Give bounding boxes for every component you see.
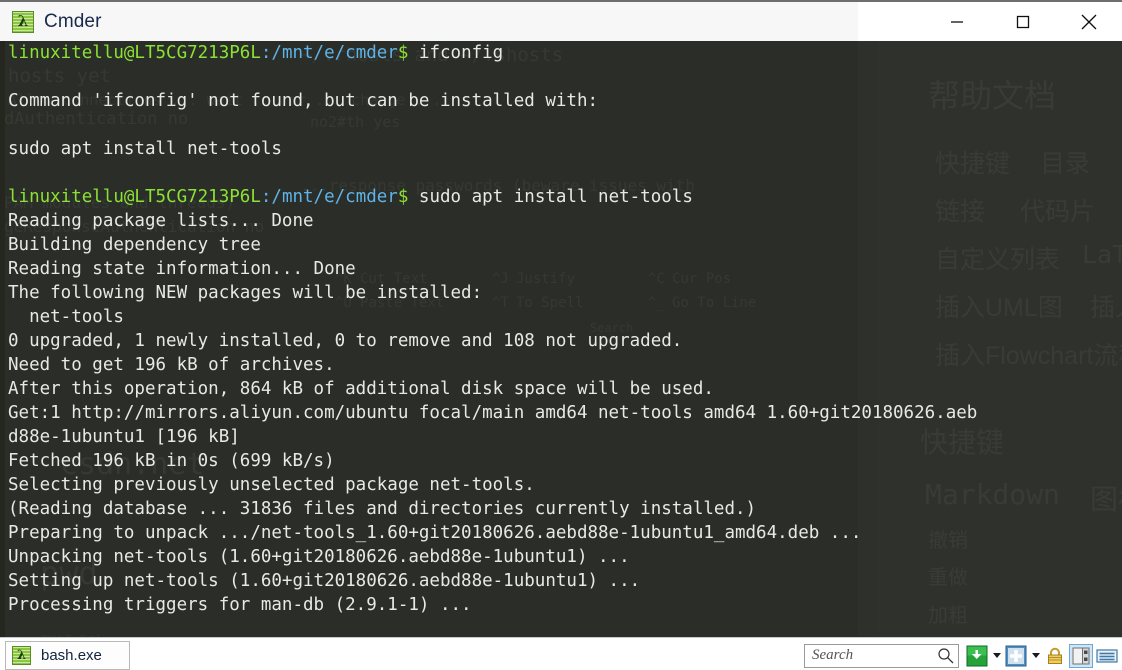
terminal-output-line: (Reading database ... 31836 files and di… xyxy=(8,499,757,519)
maximize-button[interactable] xyxy=(990,2,1056,41)
terminal-prompt-line: linuxitellu@LT5CG7213P6L:/mnt/e/cmder$ s… xyxy=(8,185,1122,209)
terminal-output-line: Building dependency tree xyxy=(8,235,261,255)
search-placeholder: Search xyxy=(812,647,854,663)
prompt-path: :/mnt/e/cmder xyxy=(260,187,398,207)
terminal-left-edge xyxy=(0,41,5,637)
terminal-output-line: Reading package lists... Done xyxy=(8,211,314,231)
search-icon xyxy=(938,648,954,664)
prompt-command: ifconfig xyxy=(408,43,504,63)
terminal-output-line: After this operation, 864 kB of addition… xyxy=(8,379,714,399)
terminal-output-line: Fetched 196 kB in 0s (699 kB/s) xyxy=(8,451,335,471)
minimize-icon xyxy=(951,20,963,23)
close-button[interactable] xyxy=(1056,2,1122,41)
terminal-output-line: 0 upgraded, 1 newly installed, 0 to remo… xyxy=(8,331,683,351)
lambda-icon: λ xyxy=(12,10,34,33)
prompt-symbol: $ xyxy=(397,43,409,63)
new-tab-button[interactable] xyxy=(1004,644,1028,668)
terminal-surface[interactable]: ~/.rhosts and ~/.shosts hosts yet Allow co… xyxy=(0,41,1122,637)
blue-plus-icon xyxy=(1005,645,1027,666)
window-title: Cmder xyxy=(44,10,102,32)
minimize-button[interactable] xyxy=(924,2,990,41)
terminal-output-line: Setting up net-tools (1.60+git20180626.a… xyxy=(8,571,641,591)
terminal-output-line: Need to get 196 kB of archives. xyxy=(8,355,335,375)
terminal-output-line: d88e-1ubuntu1 [196 kB] xyxy=(8,427,240,447)
terminal-output-line: Selecting previously unselected package … xyxy=(8,475,535,495)
console-tab-bash[interactable]: λ bash.exe xyxy=(5,640,130,670)
toggle-panel-button[interactable] xyxy=(1069,643,1093,668)
admin-lock-button[interactable] xyxy=(1043,644,1067,668)
prompt-path: :/mnt/e/cmder xyxy=(260,43,398,63)
close-icon xyxy=(1081,14,1097,29)
green-plus-icon xyxy=(966,645,988,666)
window-controls xyxy=(924,2,1122,41)
cmder-window: λ Cmder ~/.rhosts and ~/.shosts hosts ye… xyxy=(0,0,1122,670)
new-tab-dropdown[interactable] xyxy=(1029,644,1042,668)
lambda-icon: λ xyxy=(12,645,31,665)
padlock-icon xyxy=(1048,647,1062,664)
new-console-button[interactable] xyxy=(965,644,989,668)
status-lines-button[interactable] xyxy=(1095,644,1119,668)
prompt-user-host: linuxitellu@LT5CG7213P6L xyxy=(8,43,261,63)
terminal-output-line: Processing triggers for man-db (2.9.1-1)… xyxy=(8,595,472,615)
prompt-command: sudo apt install net-tools xyxy=(408,187,693,207)
status-bar-controls: Search xyxy=(804,638,1120,670)
terminal-output: linuxitellu@LT5CG7213P6L:/mnt/e/cmder$ i… xyxy=(8,41,1122,617)
terminal-output-line: Command 'ifconfig' not found, but can be… xyxy=(8,91,599,111)
terminal-output-line: Get:1 http://mirrors.aliyun.com/ubuntu f… xyxy=(8,403,978,423)
title-bar[interactable]: λ Cmder xyxy=(0,2,1122,41)
terminal-output-line: Unpacking net-tools (1.60+git20180626.ae… xyxy=(8,547,630,567)
window-split-icon xyxy=(1072,647,1090,664)
maximize-icon xyxy=(1016,15,1030,28)
terminal-output-line: sudo apt install net-tools xyxy=(8,139,282,159)
status-bar: λ bash.exe Search xyxy=(0,637,1122,670)
terminal-prompt-line: linuxitellu@LT5CG7213P6L:/mnt/e/cmder$ i… xyxy=(8,41,1122,65)
terminal-output-line: Preparing to unpack .../net-tools_1.60+g… xyxy=(8,523,862,543)
lines-icon xyxy=(1096,648,1118,663)
terminal-output-line: Reading state information... Done xyxy=(8,259,356,279)
terminal-output-line: net-tools xyxy=(8,307,124,327)
search-input[interactable]: Search xyxy=(804,643,959,668)
ghost-text: 测试成功 ping www.baidu.com xyxy=(40,629,255,637)
terminal-output-line: The following NEW packages will be insta… xyxy=(8,283,483,303)
new-console-dropdown[interactable] xyxy=(990,644,1003,668)
console-tab-label: bash.exe xyxy=(41,646,102,664)
prompt-symbol: $ xyxy=(397,187,409,207)
prompt-user-host: linuxitellu@LT5CG7213P6L xyxy=(8,187,261,207)
